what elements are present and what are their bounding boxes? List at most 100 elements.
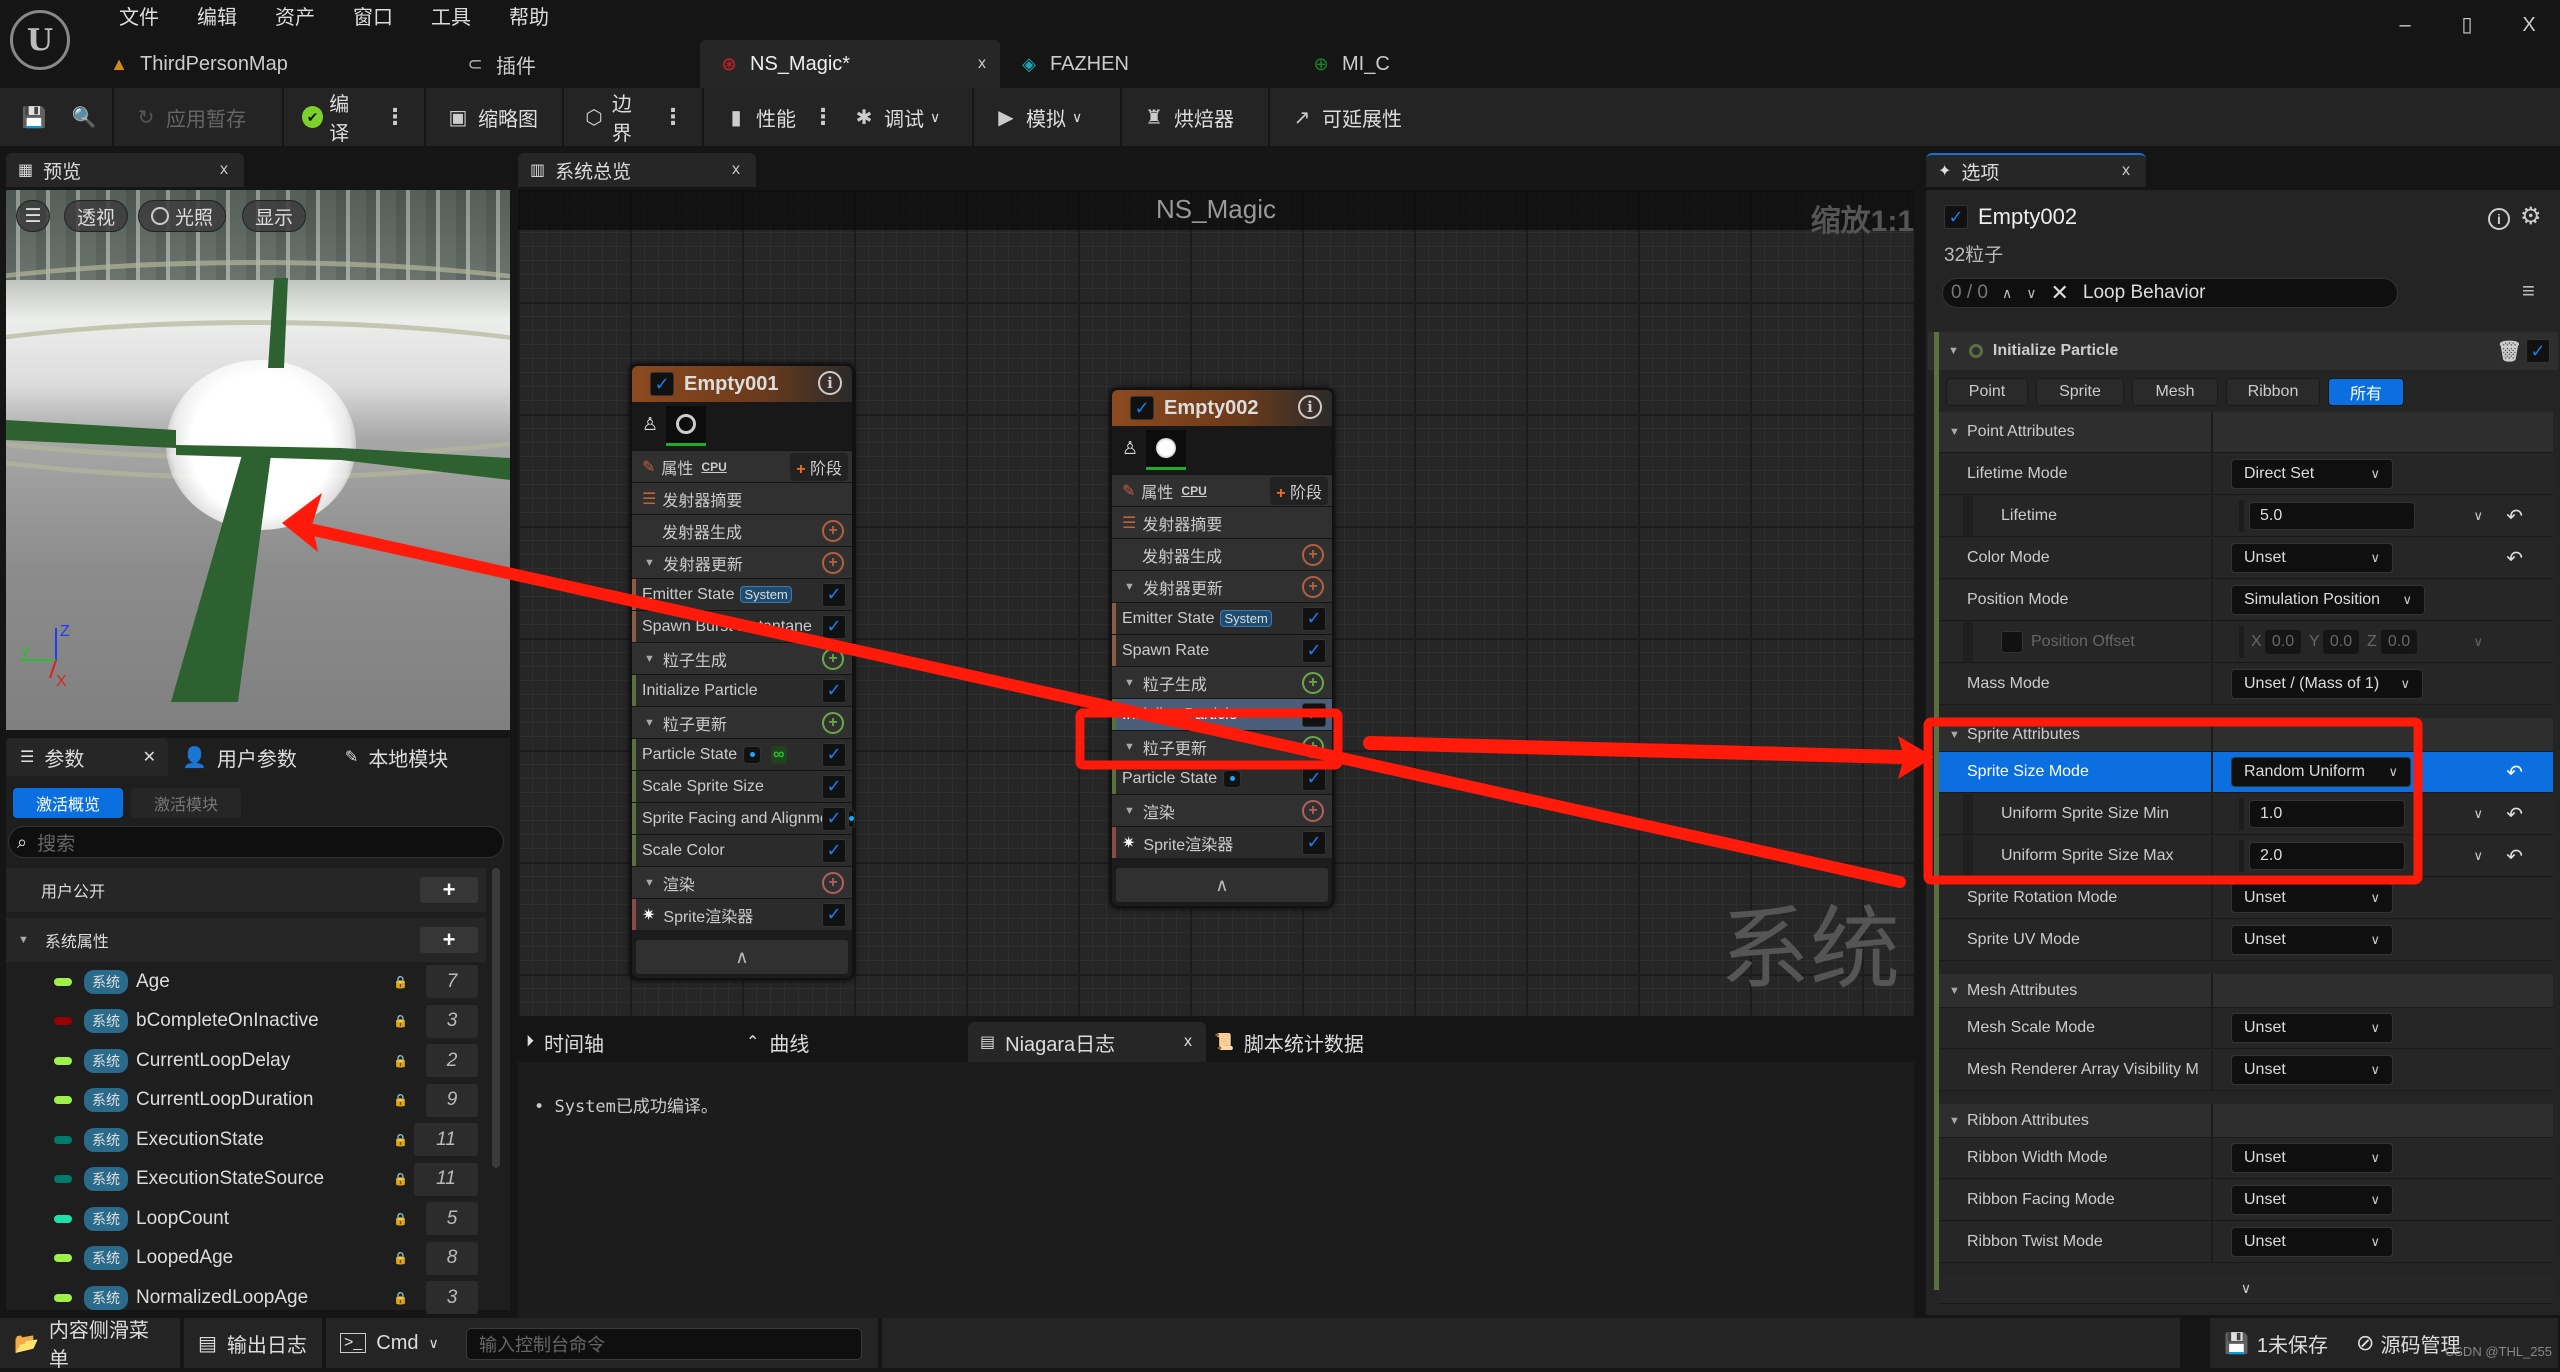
parameter-row[interactable]: 系统 LoopedAge 🔒 8 xyxy=(6,1239,486,1278)
add-renderer-icon[interactable]: + xyxy=(822,871,844,894)
tab-niagara-log[interactable]: ▤ Niagara日志 x xyxy=(968,1022,1206,1062)
compile-options-icon[interactable]: ⋮ xyxy=(380,104,410,130)
renderer-row[interactable]: ✷ Sprite渲染器 ✓ xyxy=(632,898,852,930)
clear-search-icon[interactable]: ✕ xyxy=(2050,280,2068,306)
mesh-visibility-mode-dropdown[interactable]: Unset ∨ xyxy=(2231,1055,2393,1085)
show-button[interactable]: 显示 xyxy=(242,200,307,232)
filter-icon[interactable]: ≡ xyxy=(2522,278,2535,304)
bounds-button[interactable]: ⬡ 边界 xyxy=(578,94,650,145)
preview-viewport[interactable]: ☰ 透视 光照 显示 Z Y X xyxy=(6,190,510,730)
particle-update-row[interactable]: ▼ 粒子更新 + xyxy=(1112,730,1332,762)
module-row[interactable]: Particle State ∞ ✓ xyxy=(632,738,852,770)
apply-button[interactable]: ↻ 应用暂存 xyxy=(128,97,250,137)
active-modules-button[interactable]: 激活模块 xyxy=(131,788,241,818)
render-row[interactable]: ▼ 渲染 + xyxy=(632,866,852,898)
reset-to-default-icon[interactable]: ↶ xyxy=(2506,504,2523,529)
module-row[interactable]: Spawn Burst Instantaneous ✓ xyxy=(632,610,852,642)
system-attributes-section[interactable]: ▼ 系统属性 + xyxy=(6,918,486,962)
menu-help[interactable]: 帮助 xyxy=(490,0,568,36)
add-module-icon[interactable]: + xyxy=(822,711,844,734)
collapse-triangle-icon[interactable]: ▼ xyxy=(1112,741,1135,753)
scalability-button[interactable]: ↗ 可延展性 xyxy=(1284,97,1406,137)
filter-mesh-button[interactable]: Mesh xyxy=(2132,378,2218,406)
module-row[interactable]: Scale Color ✓ xyxy=(632,834,852,866)
parameter-row[interactable]: 系统 Age 🔒 7 xyxy=(6,962,486,1001)
close-tab-icon[interactable]: x xyxy=(732,161,740,179)
debug-button[interactable]: ✱ 调试 ∨ xyxy=(846,97,944,137)
module-row[interactable]: Emitter State System ✓ xyxy=(632,578,852,610)
properties-row[interactable]: ✎ 属性 CPU + 阶段 xyxy=(632,450,852,482)
module-enabled-checkbox[interactable]: ✓ xyxy=(2526,339,2550,363)
module-row[interactable]: Particle State ✓ xyxy=(1112,762,1332,794)
emitter-summary-row[interactable]: ☰ 发射器摘要 xyxy=(632,482,852,514)
perspective-button[interactable]: 透视 xyxy=(64,200,129,232)
parameter-row[interactable]: 系统 ExecutionStateSource 🔒 11 xyxy=(6,1160,486,1199)
reset-to-default-icon[interactable]: ↶ xyxy=(2506,844,2523,869)
emitter-enabled-checkbox[interactable]: ✓ xyxy=(1130,396,1154,420)
active-overview-button[interactable]: 激活概览 xyxy=(13,788,123,818)
doc-tab-plugins[interactable]: ⊂ 插件 xyxy=(390,40,700,88)
emitter-node-empty001[interactable]: ✓ Empty001 i ♙ ✎ 属性 CPU + 阶段 ☰ 发射器摘要 发射器… xyxy=(630,364,856,980)
render-row[interactable]: ▼ 渲染 + xyxy=(1112,794,1332,826)
emitter-summary-row[interactable]: ☰ 发射器摘要 xyxy=(1112,506,1332,538)
tab-script-stats[interactable]: 📜 脚本统计数据 xyxy=(1206,1022,1372,1062)
category-ribbon-attributes[interactable]: ▼ Ribbon Attributes xyxy=(1939,1104,2553,1138)
collapse-triangle-icon[interactable]: ▼ xyxy=(632,653,655,665)
previous-result-icon[interactable]: ∧ xyxy=(2002,285,2012,302)
chevron-down-icon[interactable]: ∨ xyxy=(2473,806,2483,822)
color-mode-dropdown[interactable]: Unset ∨ xyxy=(2231,543,2393,573)
doc-tab-fazhen[interactable]: ◈ FAZHEN xyxy=(1000,40,1300,88)
category-mesh-attributes[interactable]: ▼ Mesh Attributes xyxy=(1939,974,2553,1008)
sprite-size-mode-dropdown[interactable]: Random Uniform ∨ xyxy=(2231,757,2411,787)
sprite-rotation-mode-dropdown[interactable]: Unset ∨ xyxy=(2231,883,2393,913)
close-tab-icon[interactable]: x xyxy=(2122,162,2130,180)
lifetime-input[interactable]: 5.0 xyxy=(2249,502,2415,530)
sprite-size-max-input[interactable]: 2.0 xyxy=(2249,842,2405,870)
chevron-down-icon[interactable]: ∨ xyxy=(2473,508,2483,524)
restore-button[interactable]: ▯ xyxy=(2436,8,2498,42)
renderer-enabled-checkbox[interactable]: ✓ xyxy=(1302,830,1326,855)
particle-update-row[interactable]: ▼ 粒子更新 + xyxy=(632,706,852,738)
add-module-icon[interactable]: + xyxy=(1302,735,1324,758)
close-window-button[interactable]: X xyxy=(2498,8,2560,42)
close-tab-icon[interactable]: x xyxy=(220,161,228,179)
lighting-button[interactable]: 光照 xyxy=(138,200,227,232)
filter-point-button[interactable]: Point xyxy=(1946,378,2028,406)
add-renderer-icon[interactable]: + xyxy=(1302,799,1324,822)
sprite-uv-mode-dropdown[interactable]: Unset ∨ xyxy=(2231,925,2393,955)
close-tab-icon[interactable]: ✕ xyxy=(143,747,156,767)
parameter-row[interactable]: 系统 CurrentLoopDelay 🔒 2 xyxy=(6,1041,486,1080)
emitter-thumbnail[interactable] xyxy=(666,406,706,446)
reset-to-default-icon[interactable]: ↶ xyxy=(2506,546,2523,571)
chevron-down-icon[interactable]: ∨ xyxy=(428,1335,438,1352)
add-module-icon[interactable]: + xyxy=(822,647,844,670)
reset-to-default-icon[interactable]: ↶ xyxy=(2506,760,2523,785)
module-row[interactable]: Emitter State System ✓ xyxy=(1112,602,1332,634)
info-icon[interactable]: i xyxy=(818,371,842,395)
parameter-row[interactable]: 系统 NormalizedLoopAge 🔒 3 xyxy=(6,1278,486,1317)
chevron-down-icon[interactable]: ∨ xyxy=(2473,634,2483,650)
delete-module-icon[interactable]: 🗑 xyxy=(2497,339,2522,364)
parameter-row[interactable]: 系统 CurrentLoopDuration 🔒 9 xyxy=(6,1081,486,1120)
tab-user-parameters[interactable]: 👤 用户参数 xyxy=(168,738,311,776)
performance-options-icon[interactable]: ⋮ xyxy=(808,104,838,130)
collapse-triangle-icon[interactable]: ▼ xyxy=(1949,729,1960,741)
module-row[interactable]: Initialize Particle ✓ xyxy=(632,674,852,706)
properties-row[interactable]: ✎ 属性 CPU + 阶段 xyxy=(1112,474,1332,506)
collapse-node-button[interactable]: ∧ xyxy=(636,940,848,974)
tab-parameters[interactable]: ☰ 参数 ✕ xyxy=(6,738,168,776)
menu-tools[interactable]: 工具 xyxy=(412,0,490,36)
cmd-selector[interactable]: Cmd xyxy=(376,1332,418,1355)
save-icon[interactable]: 💾 xyxy=(20,103,48,131)
module-enabled-checkbox[interactable]: ✓ xyxy=(822,774,846,799)
module-enabled-checkbox[interactable]: ✓ xyxy=(1302,702,1326,727)
add-module-icon[interactable]: + xyxy=(1302,543,1324,566)
collapse-triangle-icon[interactable]: ▼ xyxy=(632,877,655,889)
thumbnail-button[interactable]: ▣ 缩略图 xyxy=(440,97,542,137)
content-drawer-button[interactable]: 📂 内容侧滑菜单 xyxy=(0,1318,182,1371)
performance-button[interactable]: ▮ 性能 xyxy=(718,97,800,137)
tab-selection[interactable]: ✦ 选项 x xyxy=(1926,153,2146,187)
collapse-triangle-icon[interactable]: ▼ xyxy=(1949,985,1960,997)
renderer-row[interactable]: ✷ Sprite渲染器 ✓ xyxy=(1112,826,1332,858)
doc-tab-thirdpersonmap[interactable]: ▲ ThirdPersonMap xyxy=(90,40,390,88)
